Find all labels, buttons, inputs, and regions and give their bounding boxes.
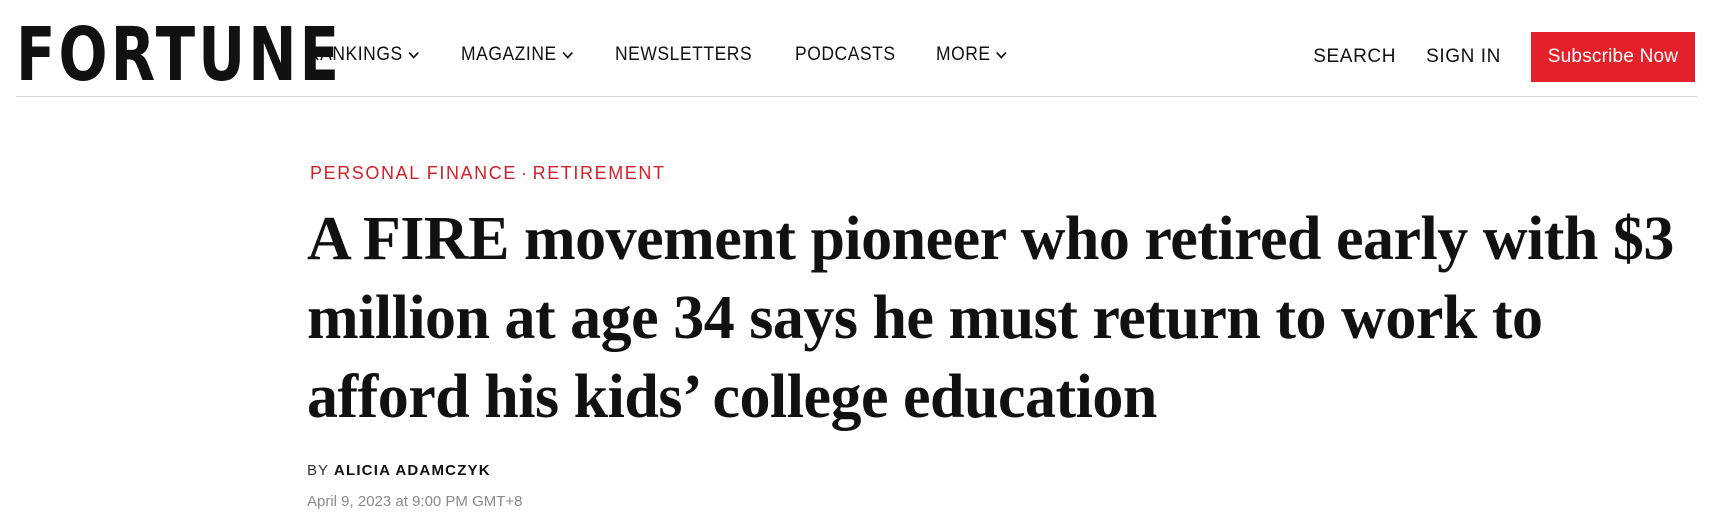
fortune-logo[interactable]: FORTUNE xyxy=(16,18,342,92)
byline-prefix: BY xyxy=(307,462,329,479)
header-actions: SEARCH SIGN IN Subscribe Now xyxy=(1313,32,1695,82)
author-link[interactable]: ALICIA ADAMCZYK xyxy=(334,462,491,479)
article-headline: A FIRE movement pioneer who retired earl… xyxy=(307,205,1674,431)
chevron-down-icon xyxy=(996,51,1007,59)
site-header: FORTUNE RANKINGS MAGAZINE NEWSLETTERS PO… xyxy=(0,0,1713,96)
nav-item-label: MAGAZINE xyxy=(461,44,557,65)
nav-item-more[interactable]: MORE xyxy=(936,44,1008,66)
search-link[interactable]: SEARCH xyxy=(1313,46,1396,68)
main-nav: RANKINGS MAGAZINE NEWSLETTERS PODCASTS M… xyxy=(307,44,1045,66)
sign-in-link[interactable]: SIGN IN xyxy=(1426,46,1501,68)
nav-item-label: MORE xyxy=(935,44,991,65)
nav-item-label: NEWSLETTERS xyxy=(615,44,753,65)
nav-item-label: RANKINGS xyxy=(307,44,403,65)
section-link-personal-finance[interactable]: PERSONAL FINANCE xyxy=(310,163,517,183)
header-divider xyxy=(16,96,1697,97)
article-kicker: PERSONAL FINANCE · RETIREMENT xyxy=(310,163,666,184)
nav-item-magazine[interactable]: MAGAZINE xyxy=(461,44,574,66)
subscribe-button[interactable]: Subscribe Now xyxy=(1531,32,1695,82)
nav-item-rankings[interactable]: RANKINGS xyxy=(307,44,420,66)
nav-item-newsletters[interactable]: NEWSLETTERS xyxy=(615,44,752,66)
article-byline: BY ALICIA ADAMCZYK xyxy=(307,462,491,479)
publish-date: April 9, 2023 at 9:00 PM GMT+8 xyxy=(307,493,523,510)
kicker-separator: · xyxy=(520,163,529,183)
section-link-retirement[interactable]: RETIREMENT xyxy=(533,163,666,183)
chevron-down-icon xyxy=(562,51,573,59)
nav-item-label: PODCASTS xyxy=(795,44,896,65)
nav-item-podcasts[interactable]: PODCASTS xyxy=(795,44,896,66)
chevron-down-icon xyxy=(408,51,419,59)
